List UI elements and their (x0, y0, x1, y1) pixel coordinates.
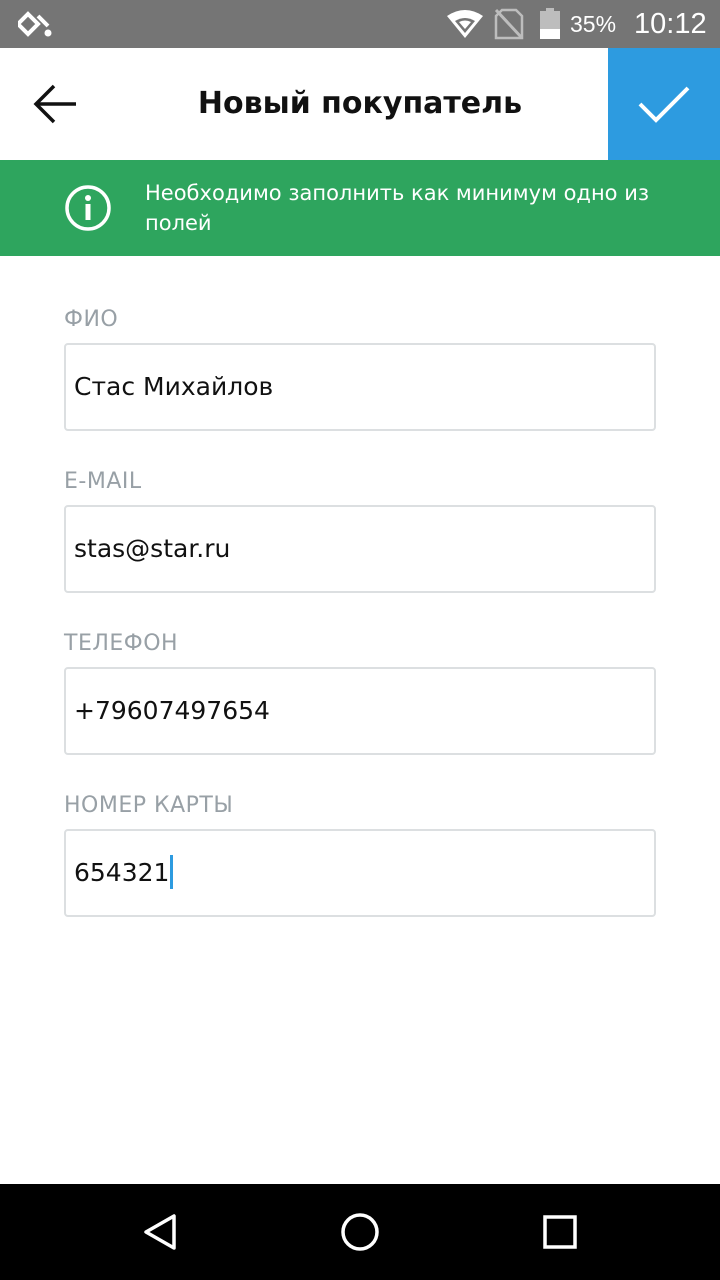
page-title: Новый покупатель (197, 86, 523, 121)
card-number-field-content: 654321 (74, 855, 174, 891)
confirm-button[interactable] (608, 48, 720, 160)
checkmark-icon (638, 86, 690, 123)
home-circle-icon[interactable] (336, 1208, 384, 1256)
back-button[interactable] (22, 72, 86, 136)
label-email: E-MAIL (64, 469, 142, 494)
phone-value: +79607497654 (74, 696, 270, 725)
wifi-icon (447, 10, 483, 38)
battery-icon (540, 8, 560, 39)
recents-square-icon[interactable] (536, 1208, 584, 1256)
info-banner: Необходимо заполнить как минимум одно из… (0, 160, 720, 256)
status-bar: 35% 10:12 (0, 0, 720, 48)
text-cursor (170, 855, 174, 889)
battery-percent: 35% (570, 11, 617, 37)
card-number-value: 654321 (74, 858, 170, 887)
info-icon (65, 185, 111, 231)
phone-input[interactable]: +79607497654 (64, 667, 656, 755)
clock: 10:12 (634, 8, 707, 40)
app-bar: Новый покупатель (0, 48, 720, 160)
card-number-input[interactable]: 654321 (64, 829, 656, 917)
banner-message: Необходимо заполнить как минимум одно из… (145, 181, 650, 235)
label-phone: ТЕЛЕФОН (64, 631, 179, 656)
no-sim-icon (494, 8, 524, 40)
full-name-value: Стас Михайлов (74, 372, 274, 401)
label-card-number: НОМЕР КАРТЫ (64, 793, 234, 818)
back-triangle-icon[interactable] (136, 1208, 184, 1256)
label-full-name: ФИО (64, 307, 119, 332)
email-value: stas@star.ru (74, 534, 231, 563)
arrow-left-icon (33, 84, 76, 124)
navigation-bar (0, 1184, 720, 1280)
app-logo-icon (18, 11, 52, 37)
email-input[interactable]: stas@star.ru (64, 505, 656, 593)
full-name-input[interactable]: Стас Михайлов (64, 343, 656, 431)
